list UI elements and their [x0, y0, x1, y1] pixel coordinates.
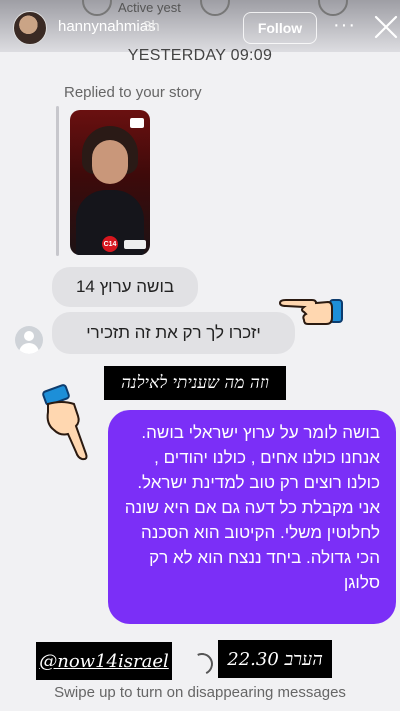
sender-avatar: [15, 326, 43, 354]
tag-icon: [124, 240, 146, 249]
sent-message-bubble[interactable]: בושה לומר על ערוץ ישראלי בושה. אנחנו כול…: [108, 410, 396, 624]
active-status: Active yest: [118, 0, 181, 15]
loading-icon: [187, 649, 217, 679]
close-icon[interactable]: [373, 14, 399, 40]
time-sticker: הערב 22.30: [218, 640, 332, 678]
badge-icon: [130, 118, 144, 128]
channel-logo-icon: C14: [102, 236, 118, 252]
pointing-left-hand-icon: [278, 299, 343, 325]
caption-sticker: וזה מה שעניתי לאילנה: [104, 366, 286, 400]
username[interactable]: hannynahmias: [58, 18, 156, 35]
story-thumbnail[interactable]: C14: [70, 110, 150, 255]
circle-icon: [82, 0, 112, 16]
circle-icon: [200, 0, 230, 16]
message-bubble[interactable]: בושה ערוץ 14: [52, 267, 198, 307]
disappearing-messages-hint[interactable]: Swipe up to turn on disappearing message…: [0, 684, 400, 701]
story-header: Active yest hannynahmias 3h Follow ···: [0, 0, 400, 52]
follow-button[interactable]: Follow: [243, 12, 317, 44]
thumb-face: [92, 140, 128, 184]
story-time: 3h: [143, 18, 160, 35]
replied-label: Replied to your story: [64, 84, 202, 101]
date-separator: YESTERDAY 09:09: [127, 47, 273, 64]
message-bubble[interactable]: יזכרו לך רק את זה תזכירי: [52, 312, 295, 354]
pointing-down-hand-icon: [42, 384, 88, 461]
handle-sticker: @now14israel: [36, 642, 172, 680]
avatar[interactable]: [13, 11, 47, 45]
more-options-icon[interactable]: ···: [333, 14, 356, 37]
reply-line: [56, 106, 59, 256]
